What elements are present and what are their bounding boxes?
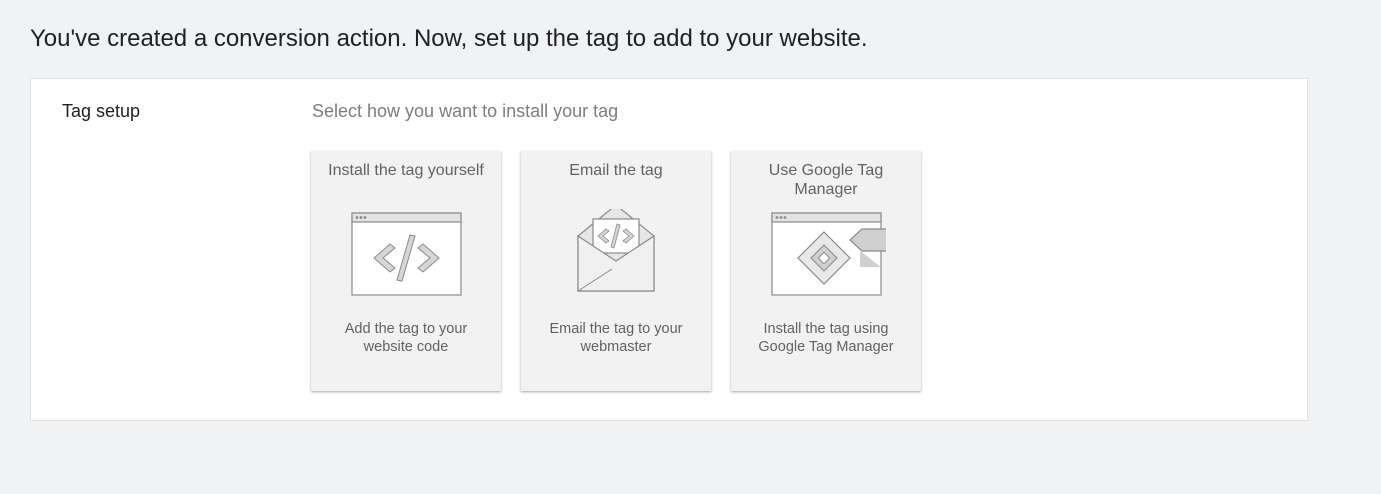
envelope-code-icon	[577, 209, 655, 292]
option-description: Add the tag to your website code	[344, 321, 468, 355]
option-title: Use Google Tag Manager	[768, 162, 884, 198]
email-tag-option[interactable]: Email the tag Email the tag to your webm…	[521, 151, 711, 391]
tag-manager-icon	[771, 212, 886, 296]
option-title: Install the tag yourself	[328, 162, 484, 179]
install-instruction: Select how you want to install your tag	[312, 101, 619, 121]
section-label: Tag setup	[62, 101, 141, 121]
option-description: Email the tag to your webmaster	[549, 321, 683, 355]
option-description: Install the tag using Google Tag Manager	[758, 321, 894, 355]
install-yourself-option[interactable]: Install the tag yourself Add the tag to …	[311, 151, 501, 391]
install-options: Install the tag yourself Add the tag to …	[311, 151, 921, 391]
browser-code-icon	[351, 212, 462, 296]
tag-setup-panel: Tag setup Select how you want to install…	[30, 78, 1308, 421]
google-tag-manager-option[interactable]: Use Google Tag Manager Install the tag u…	[731, 151, 921, 391]
page-title: You've created a conversion action. Now,…	[30, 25, 868, 52]
option-title: Email the tag	[569, 162, 663, 179]
